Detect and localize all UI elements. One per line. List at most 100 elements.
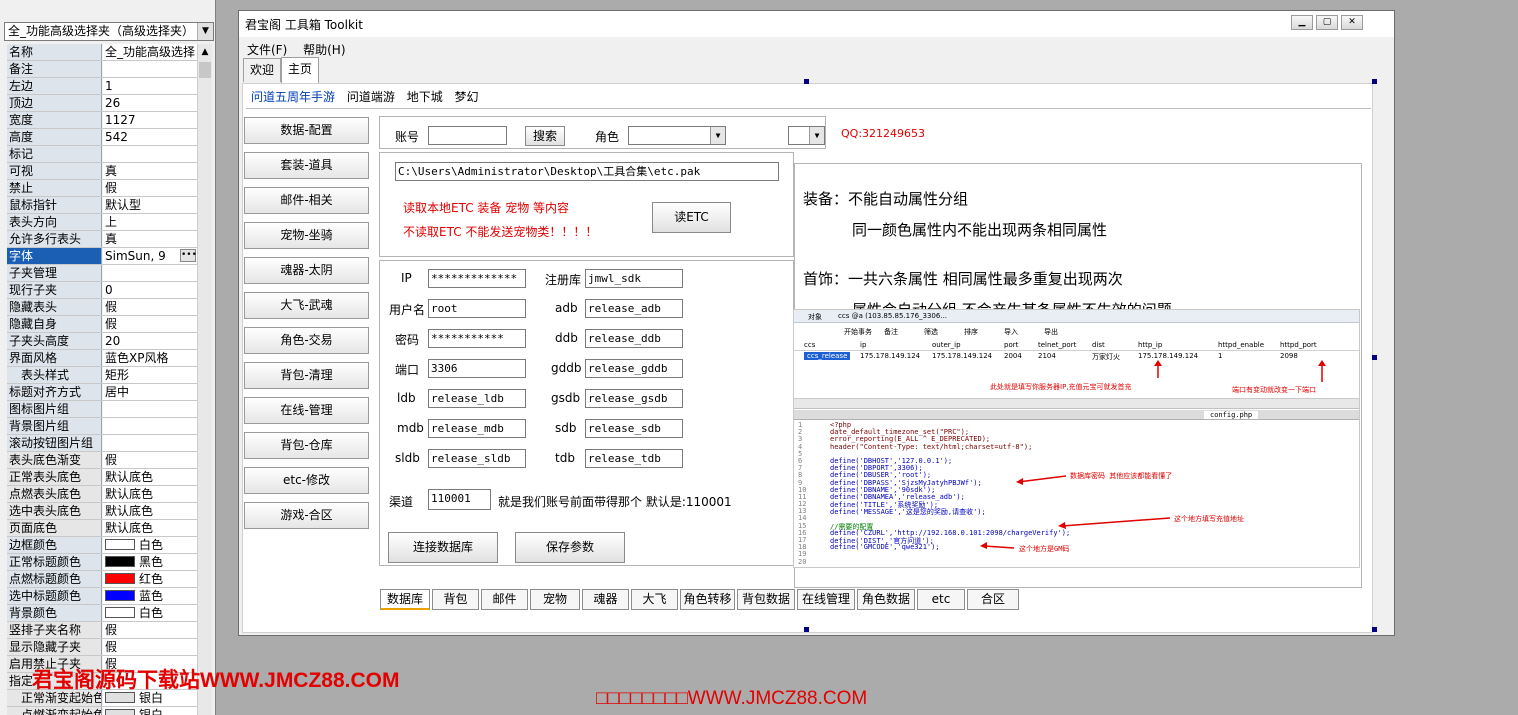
extra-select[interactable]: ▼ — [788, 126, 825, 145]
property-value[interactable]: 红色 — [103, 571, 198, 587]
property-value[interactable]: 真 — [103, 163, 198, 179]
property-row[interactable]: 点燃表头底色 默认底色 — [7, 486, 198, 503]
chevron-down-icon[interactable]: ▼ — [197, 23, 213, 40]
side-button[interactable]: 在线-管理 — [244, 397, 369, 424]
side-button[interactable]: 背包-清理 — [244, 362, 369, 389]
property-value[interactable]: 上 — [103, 214, 198, 230]
property-value[interactable] — [103, 265, 198, 281]
property-value[interactable]: 假 — [103, 452, 198, 468]
property-row[interactable]: 正常标题颜色 黑色 — [7, 554, 198, 571]
property-row[interactable]: 宽度 1127 — [7, 112, 198, 129]
bottom-tab[interactable]: 背包 — [432, 589, 479, 610]
property-value[interactable]: 默认底色 — [103, 520, 198, 536]
selection-handle[interactable] — [1372, 79, 1377, 84]
property-value[interactable] — [103, 146, 198, 162]
tab-wendao-5th-mobile[interactable]: 问道五周年手游 — [251, 90, 335, 104]
sldb-input[interactable]: release_sldb — [428, 449, 526, 468]
bottom-tab[interactable]: 大飞 — [631, 589, 678, 610]
sdb-input[interactable]: release_sdb — [585, 419, 683, 438]
property-value[interactable]: 26 — [103, 95, 198, 111]
user-input[interactable]: root — [428, 299, 526, 318]
property-value[interactable] — [103, 435, 198, 451]
menu-file[interactable]: 文件(F) — [247, 43, 287, 57]
object-selector-combo[interactable]: 全_功能高级选择夹（高级选择夹） ▼ — [4, 22, 214, 41]
property-value[interactable] — [103, 61, 198, 77]
property-value[interactable]: 黑色 — [103, 554, 198, 570]
property-row[interactable]: 表头底色渐变假 — [7, 452, 198, 469]
ddb-input[interactable]: release_ddb — [585, 329, 683, 348]
property-value[interactable]: 假 — [103, 622, 198, 638]
selection-handle[interactable] — [1372, 355, 1377, 360]
password-input[interactable]: *********** — [428, 329, 526, 348]
property-value[interactable]: 矩形 — [103, 367, 198, 383]
bottom-tab[interactable]: 数据库 — [380, 589, 430, 610]
adb-input[interactable]: release_adb — [585, 299, 683, 318]
property-row[interactable]: 可视真 — [7, 163, 198, 180]
property-value[interactable]: SimSun, 9 ••• — [103, 248, 198, 264]
side-button[interactable]: 宠物-坐骑 — [244, 222, 369, 249]
property-value[interactable]: 假 — [103, 299, 198, 315]
property-row[interactable]: 顶边 26 — [7, 95, 198, 112]
tab-dnf[interactable]: 地下城 — [407, 90, 443, 104]
side-button[interactable]: 角色-交易 — [244, 327, 369, 354]
tdb-input[interactable]: release_tdb — [585, 449, 683, 468]
bottom-tab[interactable]: 在线管理 — [797, 589, 855, 610]
ellipsis-icon[interactable]: ••• — [180, 249, 197, 262]
property-row[interactable]: 选中标题颜色 蓝色 — [7, 588, 198, 605]
property-value[interactable]: 默认底色 — [103, 469, 198, 485]
ldb-input[interactable]: release_ldb — [428, 389, 526, 408]
property-value[interactable] — [103, 418, 198, 434]
property-row[interactable]: 现行子夹 0 — [7, 282, 198, 299]
side-button[interactable]: 游戏-合区 — [244, 502, 369, 529]
property-value[interactable]: 1 — [103, 78, 198, 94]
property-row[interactable]: 隐藏自身假 — [7, 316, 198, 333]
property-row[interactable]: 禁止假 — [7, 180, 198, 197]
selection-handle[interactable] — [804, 627, 809, 632]
tab-menghuan[interactable]: 梦幻 — [455, 90, 479, 104]
property-row[interactable]: 备注 — [7, 61, 198, 78]
side-button[interactable]: 邮件-相关 — [244, 187, 369, 214]
minimize-button[interactable]: ▁ — [1291, 15, 1313, 30]
bottom-tab[interactable]: 邮件 — [481, 589, 528, 610]
property-value[interactable]: 假 — [103, 639, 198, 655]
channel-input[interactable]: 110001 — [428, 489, 491, 510]
role-select[interactable]: ▼ — [628, 126, 726, 145]
property-scrollbar[interactable]: ▲ — [197, 44, 212, 715]
menu-help[interactable]: 帮助(H) — [303, 43, 345, 57]
gddb-input[interactable]: release_gddb — [585, 359, 683, 378]
property-row[interactable]: 边框颜色 白色 — [7, 537, 198, 554]
property-row[interactable]: 表头样式 矩形 — [7, 367, 198, 384]
bottom-tab[interactable]: 合区 — [967, 589, 1019, 610]
tab-wendao-pc[interactable]: 问道端游 — [347, 90, 395, 104]
selection-handle[interactable] — [804, 79, 809, 84]
bottom-tab[interactable]: etc — [917, 589, 965, 610]
property-value[interactable]: 默认底色 — [103, 503, 198, 519]
property-value[interactable]: 白色 — [103, 537, 198, 553]
bottom-tab[interactable]: 魂器 — [582, 589, 629, 610]
property-row[interactable]: 左边 1 — [7, 78, 198, 95]
property-row[interactable]: 竖排子夹名称假 — [7, 622, 198, 639]
property-value[interactable]: 居中 — [103, 384, 198, 400]
property-row[interactable]: 图标图片组 — [7, 401, 198, 418]
property-row[interactable]: 点燃渐变起始色 银白 — [7, 707, 198, 715]
property-row[interactable]: 表头方向上 — [7, 214, 198, 231]
property-row[interactable]: 高度 542 — [7, 129, 198, 146]
bottom-tab[interactable]: 角色转移 — [680, 589, 735, 610]
bottom-tab[interactable]: 背包数据 — [737, 589, 795, 610]
property-value[interactable]: 0 — [103, 282, 198, 298]
property-row[interactable]: 页面底色 默认底色 — [7, 520, 198, 537]
search-button[interactable]: 搜索 — [525, 126, 565, 146]
property-row[interactable]: 子夹头高度 20 — [7, 333, 198, 350]
ip-input[interactable]: ************* — [428, 269, 526, 288]
property-value[interactable]: 假 — [103, 180, 198, 196]
side-button[interactable]: 背包-仓库 — [244, 432, 369, 459]
bottom-tab[interactable]: 宠物 — [530, 589, 580, 610]
property-value[interactable]: 蓝色XP风格 — [103, 350, 198, 366]
chevron-down-icon[interactable]: ▼ — [710, 127, 725, 144]
account-input[interactable] — [428, 126, 507, 145]
property-row[interactable]: 背景图片组 — [7, 418, 198, 435]
property-value[interactable] — [103, 401, 198, 417]
scroll-up-icon[interactable]: ▲ — [198, 44, 212, 60]
side-button[interactable]: 套装-道具 — [244, 152, 369, 179]
property-row[interactable]: 背景颜色 白色 — [7, 605, 198, 622]
